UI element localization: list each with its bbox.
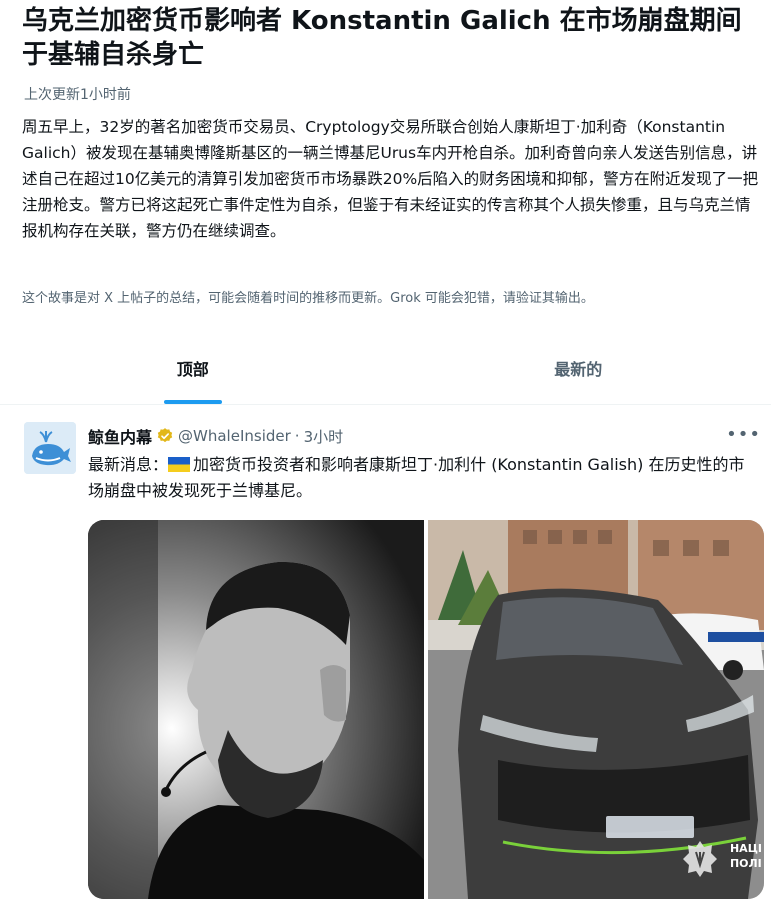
- author-name[interactable]: 鲸鱼内幕: [88, 424, 152, 448]
- tab-latest[interactable]: 最新的: [386, 332, 771, 404]
- ukraine-flag-icon: [168, 457, 191, 472]
- last-updated: 上次更新1小时前: [24, 87, 131, 103]
- avatar[interactable]: [24, 422, 76, 474]
- grok-disclaimer: 这个故事是对 X 上帖子的总结，可能会随着时间的推移而更新。Grok 可能会犯错…: [22, 291, 594, 306]
- tab-top-label: 顶部: [176, 360, 209, 379]
- verified-badge-icon: [157, 428, 173, 443]
- whale-avatar-icon: [24, 422, 76, 474]
- post-text: 最新消息： 加密货币投资者和影响者康斯坦丁·加利什 (Konstantin Gal…: [88, 452, 758, 504]
- portrait-image: [88, 520, 424, 899]
- portrait-photo[interactable]: [88, 520, 424, 899]
- story-headline: 乌克兰加密货币影响者 Konstantin Galich 在市场崩盘期间于基辅自…: [22, 6, 742, 70]
- post-header: 鲸鱼内幕 @WhaleInsider · 3小时: [88, 424, 343, 448]
- tab-top[interactable]: 顶部: [0, 332, 386, 404]
- tab-bar: 顶部 最新的: [0, 332, 771, 405]
- tab-latest-label: 最新的: [554, 360, 603, 379]
- more-icon[interactable]: •••: [726, 424, 761, 445]
- car-photo[interactable]: НАЦІ ПОЛІ: [428, 520, 764, 899]
- post-time[interactable]: 3小时: [304, 426, 344, 447]
- post-text-prefix: 最新消息：: [88, 455, 169, 474]
- police-badge-icon: [683, 841, 717, 877]
- story-summary: 周五早上，32岁的著名加密货币交易员、Cryptology交易所联合创始人康斯坦…: [22, 118, 759, 240]
- post-card[interactable]: 鲸鱼内幕 @WhaleInsider · 3小时 ••• 最新消息： 加密货币投资…: [0, 406, 771, 899]
- separator-dot: ·: [294, 427, 300, 445]
- media-gallery: НАЦІ ПОЛІ: [88, 520, 764, 899]
- author-handle[interactable]: @WhaleInsider: [178, 427, 291, 445]
- police-watermark: НАЦІ ПОЛІ: [729, 842, 762, 870]
